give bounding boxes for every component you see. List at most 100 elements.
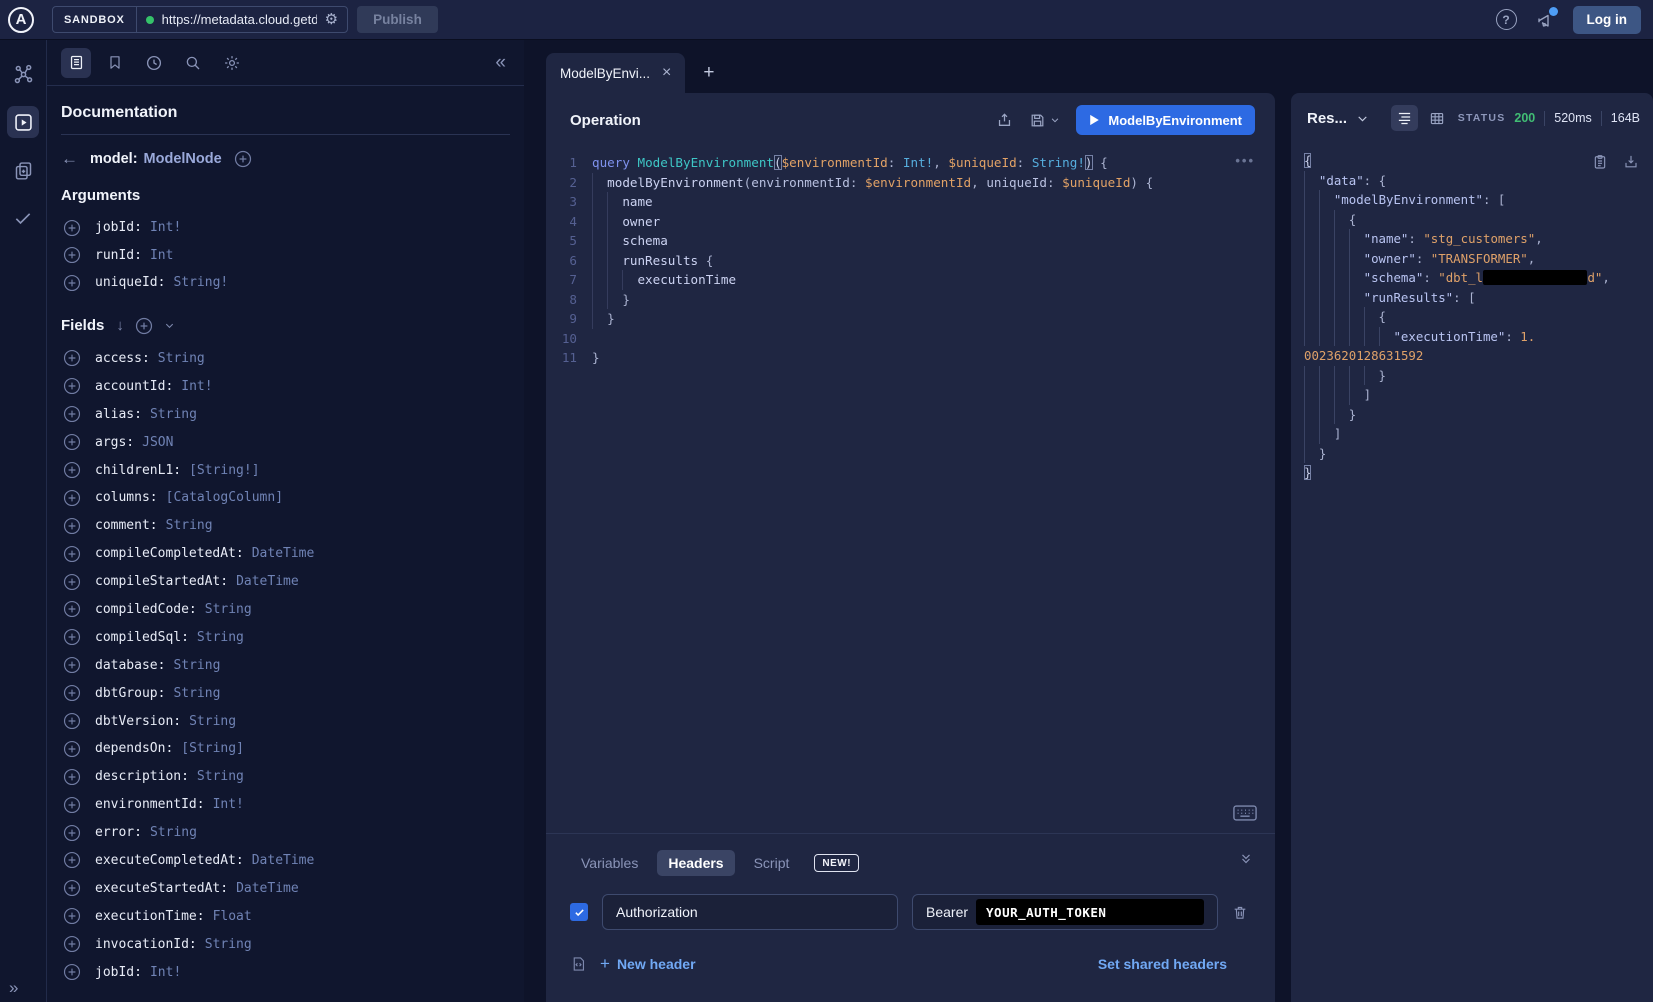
field-type[interactable]: [String] (181, 741, 244, 756)
add-field-icon[interactable] (63, 824, 81, 842)
field-name[interactable]: columns: (95, 490, 158, 505)
environment-variables-icon[interactable] (570, 955, 587, 973)
delete-header-icon[interactable] (1232, 904, 1248, 921)
keyboard-shortcuts-icon[interactable] (1233, 805, 1257, 821)
add-field-icon[interactable] (63, 628, 81, 646)
field-name[interactable]: compileStartedAt: (95, 574, 228, 589)
field-name[interactable]: uniqueId: (95, 275, 165, 290)
operation-tab[interactable]: ModelByEnvi... × (546, 53, 685, 93)
add-field-icon[interactable] (63, 219, 81, 237)
field-type[interactable]: String (205, 937, 252, 952)
field-type[interactable]: String (173, 658, 220, 673)
field-name[interactable]: invocationId: (95, 937, 197, 952)
checks-icon[interactable] (7, 202, 39, 234)
field-name[interactable]: executeStartedAt: (95, 881, 228, 896)
field-type[interactable]: DateTime (252, 853, 315, 868)
history-icon[interactable] (139, 48, 169, 78)
header-enabled-checkbox[interactable] (570, 903, 588, 921)
response-collapse-chevron-icon[interactable] (1356, 112, 1369, 125)
field-type[interactable]: String (150, 825, 197, 840)
copy-response-icon[interactable] (1592, 153, 1608, 171)
field-name[interactable]: accountId: (95, 379, 173, 394)
documentation-tab-icon[interactable] (61, 48, 91, 78)
field-type[interactable]: Int! (150, 220, 181, 235)
field-type[interactable]: JSON (142, 435, 173, 450)
field-name[interactable]: compileCompletedAt: (95, 546, 244, 561)
sort-fields-icon[interactable]: ↓ (116, 317, 124, 334)
tab-variables[interactable]: Variables (570, 850, 649, 876)
field-name[interactable]: args: (95, 435, 134, 450)
collapse-panel-icon[interactable]: « (495, 52, 506, 74)
endpoint-settings-gear-icon[interactable]: ⚙ (325, 12, 338, 27)
add-field-icon[interactable] (63, 907, 81, 925)
endpoint-url-field[interactable]: https://metadata.cloud.getd ⚙ (137, 7, 347, 32)
add-field-icon[interactable] (63, 684, 81, 702)
field-name[interactable]: error: (95, 825, 142, 840)
field-name[interactable]: executionTime: (95, 909, 205, 924)
field-type[interactable]: [String!] (189, 463, 259, 478)
field-name[interactable]: alias: (95, 407, 142, 422)
login-button[interactable]: Log in (1573, 6, 1642, 34)
field-name[interactable]: compiledCode: (95, 602, 197, 617)
add-field-icon[interactable] (63, 656, 81, 674)
field-name[interactable]: dbtGroup: (95, 686, 165, 701)
auth-token-redacted[interactable]: YOUR_AUTH_TOKEN (976, 899, 1204, 925)
header-key-input[interactable]: Authorization (602, 894, 898, 930)
add-field-icon[interactable] (63, 274, 81, 292)
field-type[interactable]: DateTime (236, 881, 299, 896)
line-actions-icon[interactable]: ••• (1235, 153, 1255, 168)
add-field-icon[interactable] (63, 246, 81, 264)
field-type[interactable]: String (189, 714, 236, 729)
apollo-logo-icon[interactable]: A (8, 7, 34, 33)
field-name[interactable]: comment: (95, 518, 158, 533)
add-field-icon[interactable] (63, 377, 81, 395)
collapse-section-icon[interactable] (1239, 852, 1253, 866)
field-name[interactable]: jobId: (95, 965, 142, 980)
field-type[interactable]: [CatalogColumn] (166, 490, 283, 505)
field-name[interactable]: environmentId: (95, 797, 205, 812)
field-name[interactable]: dbtVersion: (95, 714, 181, 729)
field-type[interactable]: String (197, 769, 244, 784)
download-response-icon[interactable] (1623, 153, 1639, 171)
field-name[interactable]: description: (95, 769, 189, 784)
field-type[interactable]: Int (150, 248, 173, 263)
add-field-icon[interactable] (63, 573, 81, 591)
add-field-icon[interactable] (63, 517, 81, 535)
field-type[interactable]: String (197, 630, 244, 645)
add-fields-icon[interactable] (135, 317, 153, 335)
sandbox-badge[interactable]: SANDBOX (53, 7, 137, 32)
formatted-view-icon[interactable] (1391, 105, 1418, 131)
field-name[interactable]: jobId: (95, 220, 142, 235)
save-icon[interactable] (1029, 112, 1046, 129)
add-field-icon[interactable] (63, 768, 81, 786)
field-type[interactable]: Int! (213, 797, 244, 812)
add-field-icon[interactable] (63, 796, 81, 814)
tab-headers[interactable]: Headers (657, 850, 734, 876)
field-type[interactable]: Int! (150, 965, 181, 980)
settings-gear-icon[interactable] (217, 48, 247, 78)
add-field-icon[interactable] (63, 405, 81, 423)
add-field-icon[interactable] (63, 879, 81, 897)
field-name[interactable]: executeCompletedAt: (95, 853, 244, 868)
announcements-megaphone-icon[interactable] (1535, 11, 1555, 29)
field-type[interactable]: String (205, 602, 252, 617)
back-arrow-icon[interactable]: ← (61, 149, 78, 169)
set-shared-headers-link[interactable]: Set shared headers (1098, 956, 1227, 972)
add-field-icon[interactable] (63, 349, 81, 367)
breadcrumb-type-link[interactable]: ModelNode (144, 151, 222, 167)
save-options-chevron-icon[interactable] (1050, 115, 1060, 125)
field-type[interactable]: DateTime (252, 546, 315, 561)
field-name[interactable]: runId: (95, 248, 142, 263)
field-type[interactable]: String (158, 351, 205, 366)
field-name[interactable]: dependsOn: (95, 741, 173, 756)
field-type[interactable]: Float (213, 909, 252, 924)
operation-collections-icon[interactable] (7, 154, 39, 186)
field-type[interactable]: String! (173, 275, 228, 290)
help-icon[interactable]: ? (1496, 9, 1517, 30)
search-icon[interactable] (178, 48, 208, 78)
add-field-icon[interactable] (63, 600, 81, 618)
fields-options-chevron-icon[interactable] (164, 320, 175, 331)
tab-script[interactable]: Script (743, 850, 801, 876)
add-field-icon[interactable] (63, 461, 81, 479)
field-type[interactable]: String (173, 686, 220, 701)
